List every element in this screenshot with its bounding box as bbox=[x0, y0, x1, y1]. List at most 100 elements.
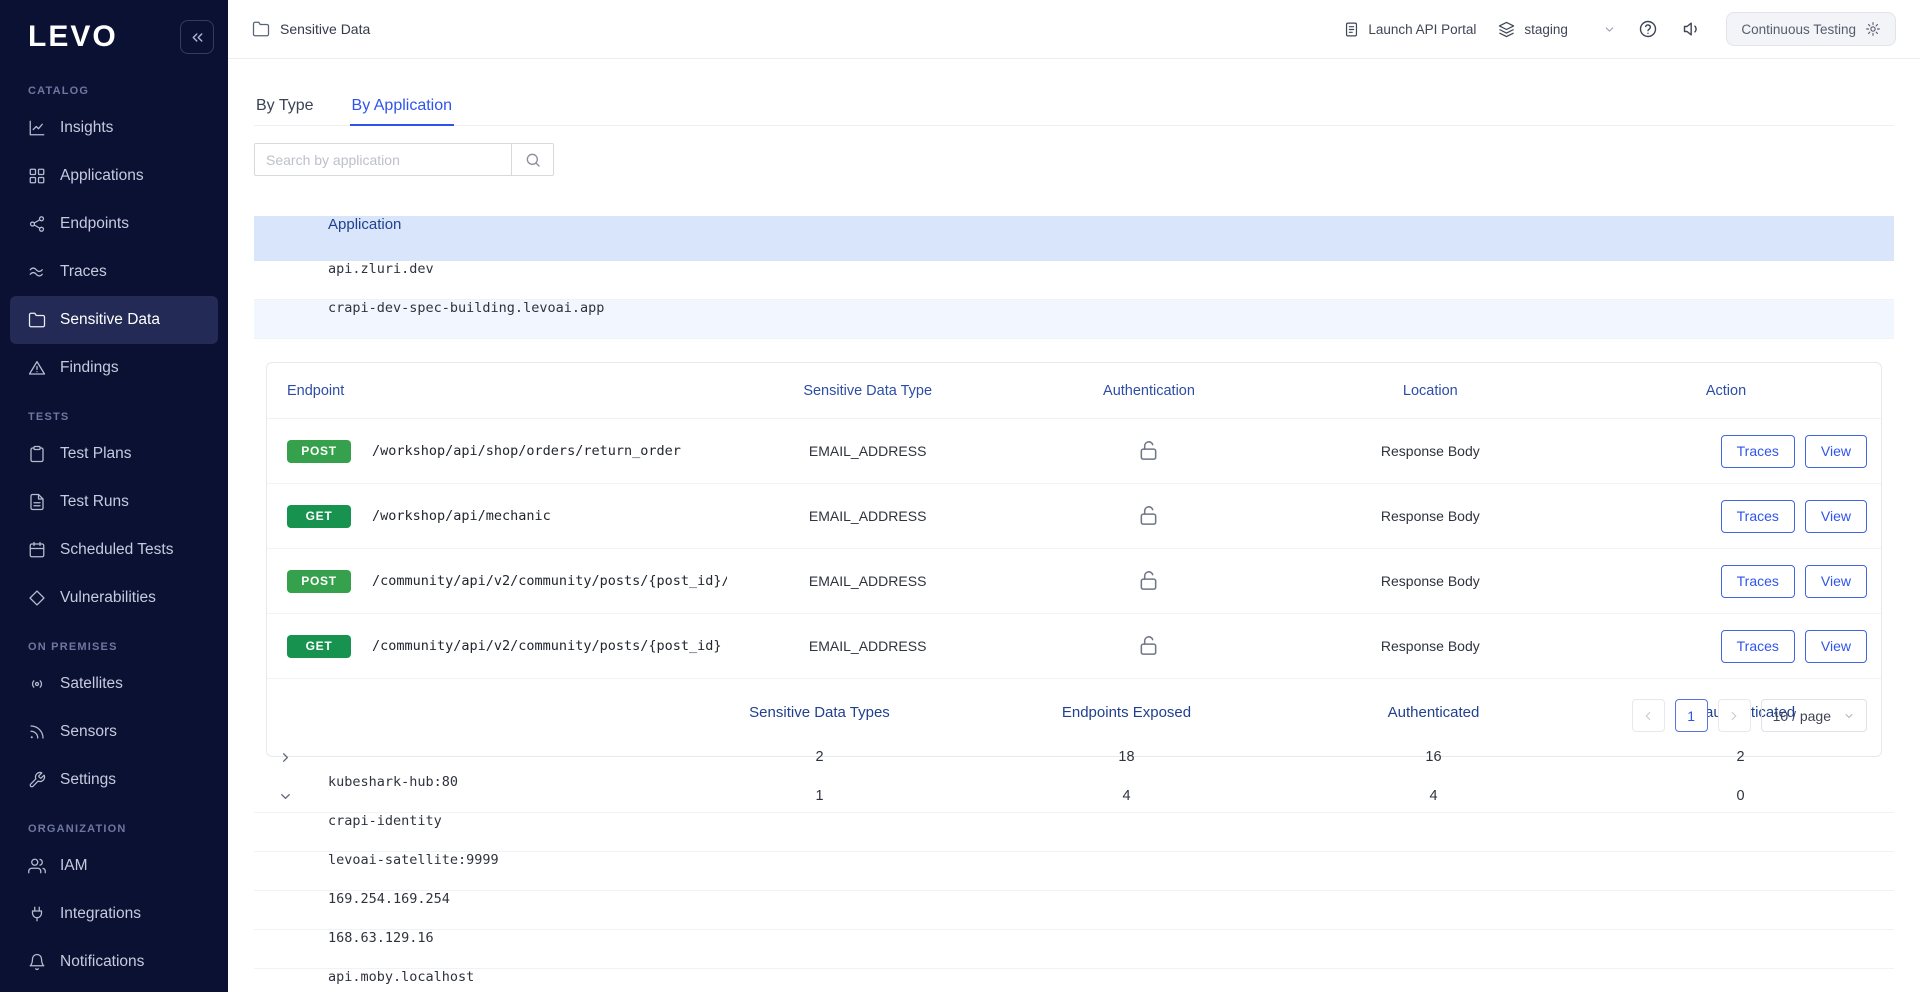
sidebar-item-label: Sensors bbox=[60, 723, 117, 740]
levo-logo: LEVO bbox=[28, 20, 118, 53]
method-badge: POST bbox=[287, 439, 351, 463]
pagination-page-1[interactable]: 1 bbox=[1674, 699, 1708, 732]
environment-value: staging bbox=[1524, 21, 1568, 37]
method-badge: POST bbox=[287, 569, 351, 593]
sidebar-item-scheduled-tests[interactable]: Scheduled Tests bbox=[10, 526, 218, 574]
chevron-right-icon bbox=[1727, 709, 1741, 723]
page-size-value: 10 / page bbox=[1772, 707, 1831, 724]
grid-icon bbox=[28, 167, 46, 185]
sidebar-item-label: Findings bbox=[60, 359, 119, 376]
sidebar-item-label: Vulnerabilities bbox=[60, 589, 156, 606]
clipboard-icon bbox=[28, 445, 46, 463]
view-button[interactable]: View bbox=[1804, 499, 1867, 533]
col-location: Location bbox=[1402, 382, 1458, 399]
application-row-expanded[interactable]: crapi-dev-spec-building.levoai.app 1 4 4… bbox=[254, 300, 1894, 804]
col-sensitive-data-type: Sensitive Data Type bbox=[803, 382, 933, 399]
sidebar-nav: CATALOG Insights Applications Endpoints … bbox=[0, 78, 228, 986]
lock-open-icon bbox=[1138, 634, 1159, 658]
application-row[interactable]: api.moby.localhost 1 2 0 2 bbox=[254, 969, 1894, 992]
sidebar-item-label: Sensitive Data bbox=[60, 311, 160, 328]
lock-open-icon bbox=[1138, 569, 1159, 593]
endpoint-path: /community/api/v2/community/posts/{post_… bbox=[372, 573, 727, 589]
sidebar-item-vulnerabilities[interactable]: Vulnerabilities bbox=[10, 574, 218, 622]
sidebar-item-traces[interactable]: Traces bbox=[10, 248, 218, 296]
application-row[interactable]: kubeshark-hub:80 1 1 0 1 bbox=[254, 774, 1894, 813]
continuous-testing-label: Continuous Testing bbox=[1741, 21, 1856, 37]
collapse-row-icon[interactable] bbox=[278, 789, 293, 804]
question-circle-icon bbox=[1638, 19, 1660, 39]
traces-button[interactable]: Traces bbox=[1720, 434, 1795, 468]
users-icon bbox=[28, 857, 46, 875]
folder-icon bbox=[28, 311, 46, 329]
view-button[interactable]: View bbox=[1804, 564, 1867, 598]
sidebar-item-insights[interactable]: Insights bbox=[10, 104, 218, 152]
pagination-next-button[interactable] bbox=[1717, 699, 1751, 732]
view-button[interactable]: View bbox=[1804, 434, 1867, 468]
sidebar-section-catalog: CATALOG bbox=[28, 85, 90, 97]
sidebar-item-label: Applications bbox=[60, 167, 144, 184]
lock-open-icon bbox=[1138, 439, 1159, 463]
traces-button[interactable]: Traces bbox=[1720, 499, 1795, 533]
sidebar-collapse-button[interactable] bbox=[180, 20, 214, 54]
sidebar-item-notifications[interactable]: Notifications bbox=[10, 938, 218, 986]
diamond-icon bbox=[28, 589, 46, 607]
application-row[interactable]: 168.63.129.16 1 2 0 2 bbox=[254, 930, 1894, 969]
file-list-icon bbox=[28, 493, 46, 511]
sensitive-data-type-value: EMAIL_ADDRESS bbox=[808, 443, 927, 459]
sidebar-item-settings[interactable]: Settings bbox=[10, 756, 218, 804]
application-row[interactable]: crapi-identity 5 3 1 2 bbox=[254, 813, 1894, 852]
sidebar-item-sensitive-data[interactable]: Sensitive Data bbox=[10, 296, 218, 344]
sidebar-item-label: Scheduled Tests bbox=[60, 541, 174, 558]
view-button[interactable]: View bbox=[1804, 629, 1867, 663]
application-row[interactable]: api.zluri.dev 2 18 16 2 bbox=[254, 261, 1894, 765]
sidebar-item-label: Integrations bbox=[60, 905, 141, 922]
bell-icon bbox=[28, 953, 46, 971]
sidebar-item-test-plans[interactable]: Test Plans bbox=[10, 430, 218, 478]
sidebar-item-iam[interactable]: IAM bbox=[10, 842, 218, 890]
launch-api-portal-link[interactable]: Launch API Portal bbox=[1343, 21, 1476, 38]
sidebar-item-label: Notifications bbox=[60, 953, 145, 970]
sensitive-data-folder-icon bbox=[252, 20, 270, 38]
sidebar-item-satellites[interactable]: Satellites bbox=[10, 660, 218, 708]
signal-icon bbox=[28, 723, 46, 741]
sidebar: LEVO CATALOG Insights Applications Endpo… bbox=[0, 0, 228, 992]
sidebar-item-endpoints[interactable]: Endpoints bbox=[10, 200, 218, 248]
expand-row-icon[interactable] bbox=[278, 750, 293, 765]
sidebar-item-label: Test Plans bbox=[60, 445, 132, 462]
application-row[interactable]: levoai-satellite:9999 1 2 0 2 bbox=[254, 852, 1894, 891]
sidebar-item-integrations[interactable]: Integrations bbox=[10, 890, 218, 938]
breadcrumb: Sensitive Data bbox=[252, 20, 370, 38]
megaphone-icon bbox=[1682, 19, 1704, 39]
help-button[interactable] bbox=[1638, 18, 1660, 40]
plug-icon bbox=[28, 905, 46, 923]
col-authentication: Authentication bbox=[1103, 382, 1195, 399]
chevron-left-icon bbox=[1641, 709, 1655, 723]
tab-by-type[interactable]: By Type bbox=[254, 97, 316, 126]
breadcrumb-label: Sensitive Data bbox=[280, 21, 371, 37]
sidebar-item-sensors[interactable]: Sensors bbox=[10, 708, 218, 756]
continuous-testing-button[interactable]: Continuous Testing bbox=[1726, 12, 1896, 46]
document-icon bbox=[1343, 21, 1360, 38]
sidebar-item-test-runs[interactable]: Test Runs bbox=[10, 478, 218, 526]
endpoint-path: /workshop/api/shop/orders/return_order bbox=[372, 443, 681, 459]
sidebar-item-label: Satellites bbox=[60, 675, 123, 692]
sidebar-item-findings[interactable]: Findings bbox=[10, 344, 218, 392]
announcements-button[interactable] bbox=[1682, 18, 1704, 40]
double-chevron-left-icon bbox=[189, 29, 206, 46]
search-input[interactable] bbox=[254, 143, 512, 176]
location-value: Response Body bbox=[1380, 638, 1480, 654]
sidebar-section-tests: TESTS bbox=[28, 411, 70, 423]
sidebar-item-label: Test Runs bbox=[60, 493, 129, 510]
traces-button[interactable]: Traces bbox=[1720, 564, 1795, 598]
sidebar-item-label: Traces bbox=[60, 263, 107, 280]
traces-button[interactable]: Traces bbox=[1720, 629, 1795, 663]
application-row[interactable]: 169.254.169.254 3 5 0 5 bbox=[254, 891, 1894, 930]
page-size-select[interactable]: 10 / page bbox=[1760, 699, 1867, 732]
lock-open-icon bbox=[1138, 504, 1159, 528]
tab-by-application[interactable]: By Application bbox=[349, 97, 455, 126]
sidebar-item-applications[interactable]: Applications bbox=[10, 152, 218, 200]
broadcast-icon bbox=[28, 675, 46, 693]
environment-select[interactable]: staging bbox=[1498, 21, 1616, 38]
search-button[interactable] bbox=[512, 143, 554, 176]
pagination-prev-button[interactable] bbox=[1631, 699, 1665, 732]
